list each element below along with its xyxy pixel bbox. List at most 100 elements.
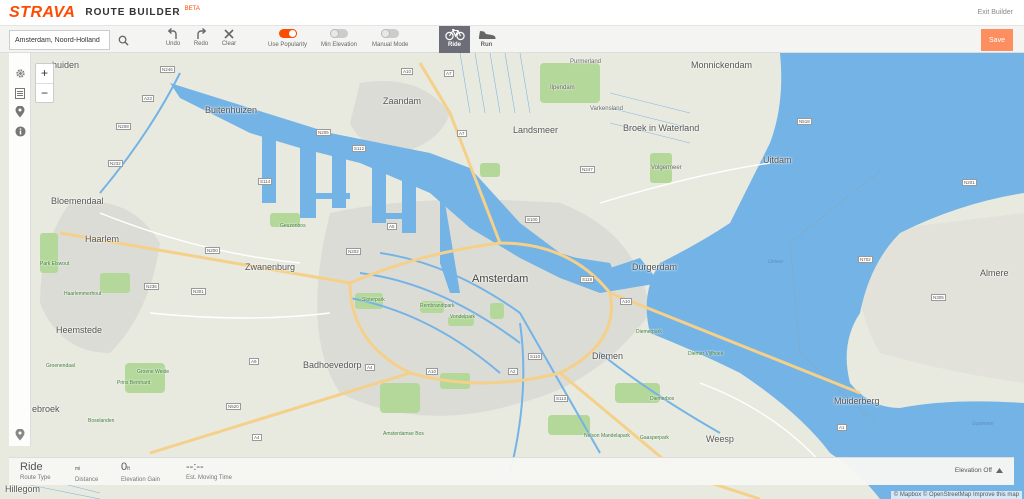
moving-time-value: --:-- [186,461,204,473]
clear-button[interactable]: Clear [217,28,241,52]
park-rembrandtpark: Rembrandtpark [420,303,455,309]
park-groenendaal: Groenendaal [46,363,75,369]
road-shield: A9 [249,358,259,365]
road-shield: S113 [554,395,569,402]
place-huiden: huiden [52,60,80,70]
redo-button[interactable]: Redo [189,28,213,52]
park-haarlemmerhout: Haarlemmerhout [64,291,102,297]
redo-label: Redo [193,41,209,47]
road-shield: N205 [316,129,331,136]
place-ebroek: ebroek [32,404,60,414]
close-icon [224,29,234,39]
search-button[interactable] [113,30,133,50]
road-shield: N518 [797,118,812,125]
park-diemerbos: Diemerbos [650,396,675,402]
place-amsterdam: Amsterdam [472,273,529,285]
place-muiderberg: Muiderberg [834,396,880,406]
road-shield: A5 [387,223,397,230]
road-shield: A2 [508,368,518,375]
zoom-control: + − [35,63,54,103]
road-shield: A10 [426,368,439,375]
toolbar: Undo Redo Clear Use Popularity Min Eleva… [0,26,1024,53]
place-zaandam: Zaandam [383,96,422,106]
location-search-input[interactable] [9,30,110,50]
road-shield: A7 [444,70,454,77]
place-volgermeer: Volgermeer [651,165,682,171]
bike-icon [444,28,465,41]
road-shield: A1 [837,424,847,431]
road-shield: S118 [580,276,595,283]
park-sloterpark: Sloterpark [362,297,385,303]
road-shield: A22 [142,95,155,102]
list-icon [15,87,25,99]
road-shield: A10 [620,298,633,305]
distance-label: Distance [75,477,99,483]
road-shield: S110 [528,353,543,360]
exit-builder-link[interactable]: Exit Builder [978,9,1013,16]
elevation-toggle-label: Elevation Off [954,467,992,474]
place-landsmeer: Landsmeer [513,125,559,135]
save-button[interactable]: Save [981,29,1013,51]
toggle-switch[interactable] [278,29,297,38]
strava-logo[interactable]: STRAVA [9,4,75,22]
place-almere: Almere [980,268,1009,278]
road-shield: S100 [525,216,540,223]
location-marker-button[interactable] [13,428,27,442]
map-attribution[interactable]: © Mapbox © OpenStreetMap Improve this ma… [890,491,1022,499]
road-shield: A4 [252,434,262,441]
road-shield: N246 [160,66,175,73]
marker-icon [15,429,25,441]
road-shield: N201 [962,179,977,186]
poi-button[interactable] [13,105,27,119]
min-elevation-toggle[interactable]: Min Elevation [321,29,357,48]
place-varkensland: Varkensland [590,106,623,112]
info-button[interactable] [13,124,27,138]
park-prins-bernhard: Prins Bernhard [117,380,151,386]
info-icon [14,125,26,137]
road-shield: N236 [144,283,159,290]
road-shield: N208 [116,123,131,130]
map-control-rail [9,53,31,446]
clear-label: Clear [221,41,237,47]
manual-mode-toggle[interactable]: Manual Mode [372,29,408,48]
run-mode-button[interactable]: Run [471,26,502,53]
elevation-toggle-button[interactable]: Elevation Off [955,467,1003,474]
ride-mode-button[interactable]: Ride [439,26,470,53]
park-gaasperpark: Gaasperpark [640,435,669,441]
toggle-switch[interactable] [330,29,349,38]
stat-moving-time: --:-- Est. Moving Time [186,461,232,481]
place-broek-in-waterland: Broek in Waterland [623,123,700,133]
road-shield: N702 [858,256,873,263]
road-shield: N301 [191,288,206,295]
undo-button[interactable]: Undo [161,28,185,52]
elevation-label: Elevation Gain [121,477,161,483]
search-icon [118,35,129,46]
park-amsterdamse-bos: Amsterdamse Bos [383,431,424,437]
min-elevation-label: Min Elevation [321,42,358,48]
shoe-icon [478,31,495,39]
place-ilpendam: Ilpendam [550,85,575,91]
zoom-out-button[interactable]: − [36,83,53,102]
elevation-unit: ft [127,466,130,472]
place-badhoevedorp: Badhoevedorp [303,360,362,370]
top-header: STRAVA ROUTE BUILDER BETA Exit Builder [0,0,1024,26]
place-bloemendaal: Bloemendaal [51,196,104,206]
manual-mode-label: Manual Mode [372,42,409,48]
route-map[interactable]: Amsterdam Zaandam Haarlem Zwanenburg Die… [0,53,1024,499]
distance-unit: mi [75,466,81,472]
park-diemerpark: Diemerpark [636,329,662,335]
settings-button[interactable] [13,66,27,80]
beta-badge: BETA [184,5,200,12]
redo-icon [197,28,207,39]
route-builder-app: STRAVA ROUTE BUILDER BETA Exit Builder U… [0,0,1024,499]
place-diemen: Diemen [592,351,624,361]
road-shield: N247 [580,166,595,173]
caret-up-icon [996,468,1003,473]
route-type-label: Route Type [20,475,51,481]
zoom-in-button[interactable]: + [36,64,53,83]
toggle-switch[interactable] [381,29,400,38]
park-groene-weide: Groene Weide [137,369,170,375]
route-list-button[interactable] [13,86,27,100]
use-popularity-label: Use Popularity [268,42,308,48]
use-popularity-toggle[interactable]: Use Popularity [268,29,307,48]
